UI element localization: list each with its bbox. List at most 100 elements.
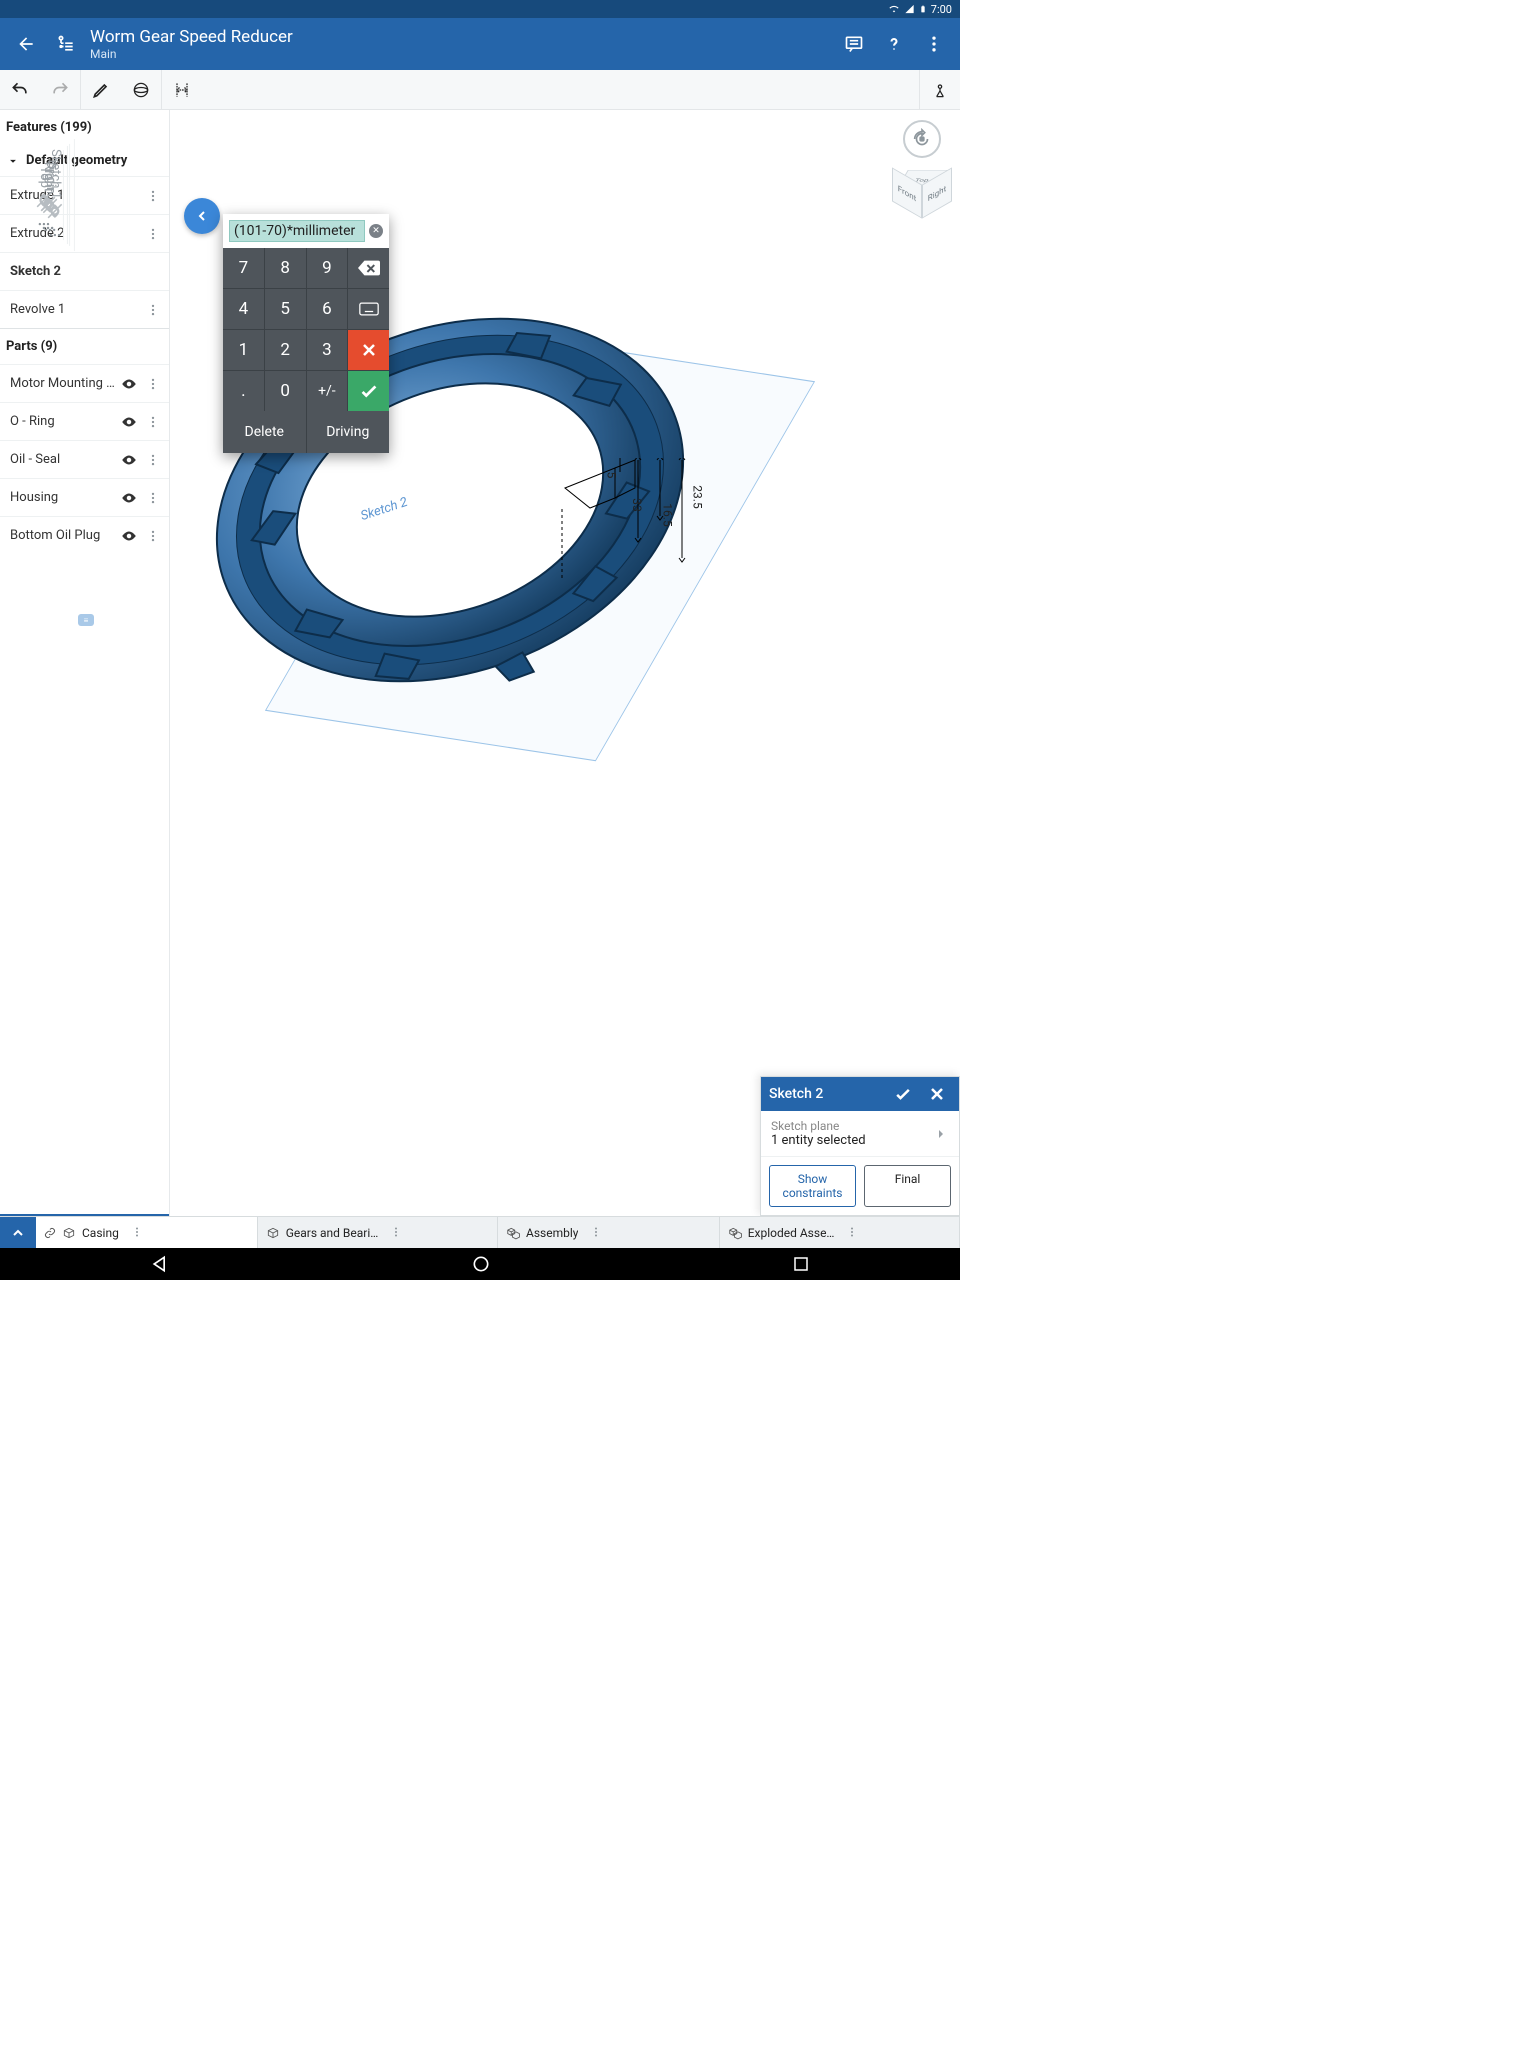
tab-menu[interactable] [131,1223,143,1242]
redo-button[interactable] [40,70,80,110]
sketch-tool[interactable] [81,70,121,110]
feature-sketch2[interactable]: Sketch 2 [0,252,169,290]
nav-back-button[interactable] [150,1254,170,1274]
collapse-sidebar-fab[interactable] [184,198,220,234]
dim-5[interactable]: 5 [604,472,618,479]
key-driving[interactable]: Driving [307,411,390,453]
sphere-tool[interactable] [121,70,161,110]
key-plusminus[interactable]: +/- [307,371,348,411]
key-6[interactable]: 6 [307,289,348,329]
tab-menu[interactable] [846,1223,858,1242]
key-cancel[interactable] [348,330,389,370]
item-menu[interactable] [141,524,165,548]
feature-sketch1[interactable]: Sketch 1 [37,139,75,251]
visibility-toggle[interactable] [117,410,141,434]
feature-tree-icon[interactable] [46,24,86,64]
status-bar: 7:00 [0,0,960,18]
sketch-panel-header: Sketch 2 [761,1077,959,1111]
dimension-tool[interactable] [162,70,202,110]
nav-recents-button[interactable] [792,1255,810,1273]
item-menu[interactable] [141,184,165,208]
final-button[interactable]: Final [864,1165,951,1207]
key-0[interactable]: 0 [265,371,306,411]
part-oil-seal[interactable]: Oil - Seal [0,440,169,478]
dim-23-5[interactable]: 23.5 [691,485,705,508]
sketch-plane-selector[interactable]: Sketch plane 1 entity selected [761,1111,959,1157]
part-bottom-oil-plug[interactable]: Bottom Oil Plug [0,516,169,554]
item-menu[interactable] [141,298,165,322]
item-menu[interactable] [141,222,165,246]
clear-input-button[interactable]: ✕ [369,224,383,238]
key-1[interactable]: 1 [223,330,264,370]
show-constraints-button[interactable]: Show constraints [769,1165,856,1207]
tab-bar: Casing Gears and Beari… Assembly Explode… [0,1216,960,1248]
visibility-toggle[interactable] [117,524,141,548]
key-7[interactable]: 7 [223,248,264,288]
item-menu[interactable] [43,223,67,247]
back-button[interactable] [6,24,46,64]
document-title: Worm Gear Speed Reducer [90,27,834,47]
visibility-toggle[interactable] [117,372,141,396]
feature-revolve1[interactable]: Revolve 1 [0,290,169,328]
item-menu[interactable] [141,372,165,396]
toolbar [0,70,960,110]
visibility-toggle[interactable] [43,199,67,223]
sketch-plane-label: Sketch plane [771,1119,866,1133]
part-motor-mounting[interactable]: Motor Mounting Fla… [0,364,169,402]
nav-home-button[interactable] [471,1254,491,1274]
key-5[interactable]: 5 [265,289,306,329]
dim-33[interactable]: 33 [630,498,644,512]
link-icon [44,1227,56,1239]
features-heading: Features (199) [0,110,169,145]
parts-heading: Parts (9) [0,329,169,364]
view-options-button[interactable] [920,70,960,110]
numeric-keypad: (101-70)*millimeter ✕ 7 8 9 4 5 6 1 2 3 … [223,214,389,453]
key-3[interactable]: 3 [307,330,348,370]
visibility-toggle[interactable] [117,486,141,510]
overflow-menu-button[interactable] [914,24,954,64]
battery-icon [919,3,927,15]
tab-label: Gears and Beari… [286,1226,379,1240]
key-9[interactable]: 9 [307,248,348,288]
part-housing[interactable]: Housing [0,478,169,516]
item-menu[interactable] [141,486,165,510]
app-bar: Worm Gear Speed Reducer Main [0,18,960,70]
sketch-confirm-button[interactable] [889,1080,917,1108]
dimension-input[interactable]: (101-70)*millimeter [229,220,365,242]
comments-button[interactable] [834,24,874,64]
view-controls: Top Front Right [894,120,950,220]
key-delete[interactable]: Delete [223,411,306,453]
key-backspace[interactable] [348,248,389,288]
sketch-cancel-button[interactable] [923,1080,951,1108]
undo-button[interactable] [0,70,40,110]
key-2[interactable]: 2 [265,330,306,370]
key-dot[interactable]: . [223,371,264,411]
help-button[interactable] [874,24,914,64]
tab-menu[interactable] [390,1223,402,1242]
key-keyboard[interactable] [348,289,389,329]
tab-label: Assembly [526,1226,578,1240]
tab-gears[interactable]: Gears and Beari… [258,1217,498,1248]
view-cube[interactable]: Top Front Right [894,164,950,220]
part-o-ring[interactable]: O - Ring [0,402,169,440]
tab-exploded[interactable]: Exploded Asse… [720,1217,960,1248]
item-menu[interactable] [141,448,165,472]
tab-bar-collapse[interactable] [0,1217,36,1248]
key-8[interactable]: 8 [265,248,306,288]
visibility-toggle[interactable] [117,448,141,472]
dim-16-5[interactable]: 16.5 [661,503,675,526]
partstudio-icon [266,1226,280,1240]
rollback-handle[interactable] [78,614,94,626]
main-area: Features (199) Default geometry Origin T… [0,110,960,1216]
tab-assembly[interactable]: Assembly [498,1217,720,1248]
chevron-down-icon [6,154,20,168]
key-4[interactable]: 4 [223,289,264,329]
item-menu[interactable] [141,410,165,434]
key-confirm[interactable] [348,371,389,411]
sketch-panel-title: Sketch 2 [769,1086,883,1102]
tab-menu[interactable] [590,1223,602,1242]
feature-sidebar[interactable]: Features (199) Default geometry Origin T… [0,110,170,1216]
sketch-properties-panel: Sketch 2 Sketch plane 1 entity selected … [760,1076,960,1216]
rotation-lock-button[interactable] [903,120,941,158]
tab-casing[interactable]: Casing [36,1217,258,1248]
